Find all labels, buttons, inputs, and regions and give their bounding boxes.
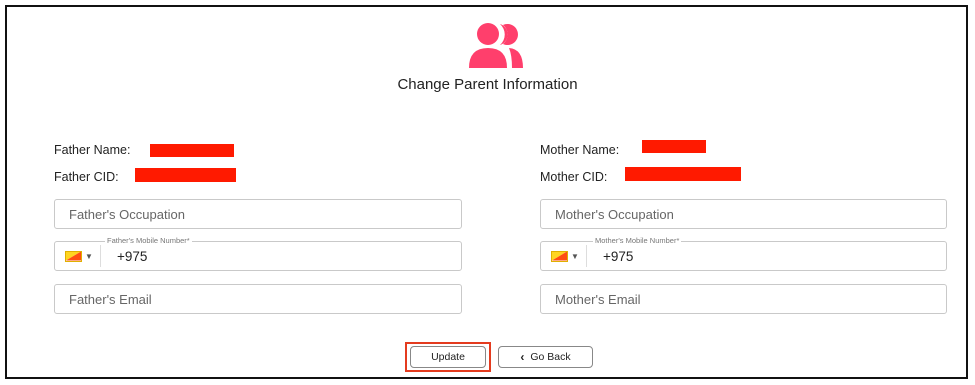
bhutan-flag-icon xyxy=(551,250,568,262)
mother-mobile-field[interactable]: Mother's Mobile Number* ▼ +975 xyxy=(540,236,947,271)
page-title: Change Parent Information xyxy=(397,76,578,93)
father-cid-redaction xyxy=(135,168,236,182)
caret-down-icon: ▼ xyxy=(571,251,579,261)
father-occupation-field[interactable] xyxy=(54,199,462,229)
father-mobile-field[interactable]: Father's Mobile Number* ▼ +975 xyxy=(54,236,462,271)
caret-down-icon: ▼ xyxy=(85,251,93,261)
father-country-select[interactable]: ▼ xyxy=(59,245,101,267)
go-back-button[interactable]: ‹ Go Back xyxy=(498,346,593,368)
users-icon xyxy=(469,23,523,68)
mother-email-input[interactable] xyxy=(541,285,946,313)
mother-email-field[interactable] xyxy=(540,284,947,314)
mother-cid-redaction xyxy=(625,167,741,181)
father-mobile-legend: Father's Mobile Number* xyxy=(105,236,192,246)
mother-country-select[interactable]: ▼ xyxy=(545,245,587,267)
bhutan-flag-icon xyxy=(65,250,82,262)
father-name-redaction xyxy=(150,144,234,157)
mother-mobile-value[interactable]: +975 xyxy=(603,249,633,264)
mother-mobile-legend: Mother's Mobile Number* xyxy=(593,236,682,246)
mother-name-redaction xyxy=(642,140,706,153)
father-occupation-input[interactable] xyxy=(55,200,461,228)
chevron-left-icon: ‹ xyxy=(520,350,525,364)
father-email-field[interactable] xyxy=(54,284,462,314)
update-button[interactable]: Update xyxy=(410,346,486,368)
father-cid-label: Father CID: xyxy=(54,170,119,184)
father-email-input[interactable] xyxy=(55,285,461,313)
father-mobile-value[interactable]: +975 xyxy=(117,249,147,264)
go-back-label: Go Back xyxy=(530,351,571,363)
mother-occupation-field[interactable] xyxy=(540,199,947,229)
mother-cid-label: Mother CID: xyxy=(540,170,608,184)
mother-name-label: Mother Name: xyxy=(540,143,620,157)
father-name-label: Father Name: xyxy=(54,143,131,157)
mother-occupation-input[interactable] xyxy=(541,200,946,228)
